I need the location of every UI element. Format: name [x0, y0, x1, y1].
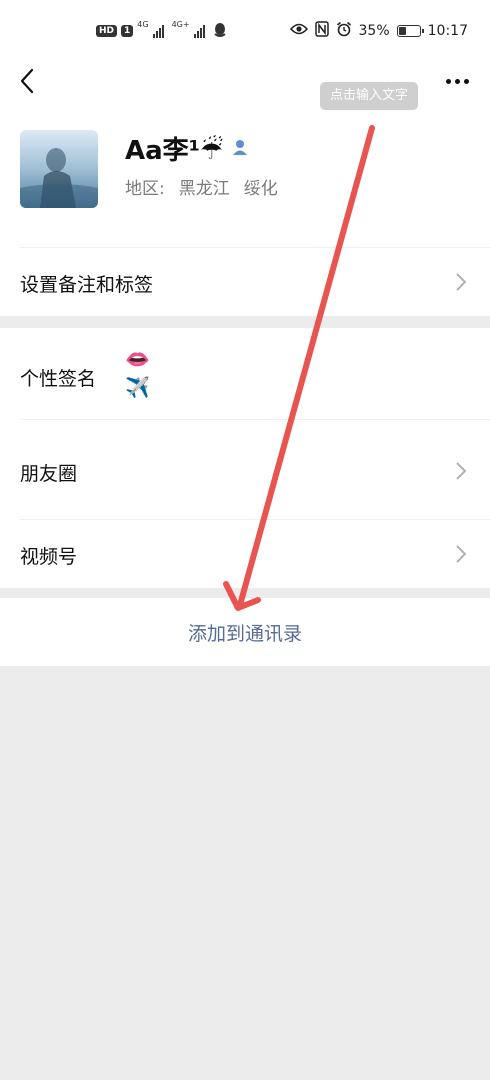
sim-badge: 1	[121, 25, 134, 37]
chevron-right-icon	[456, 545, 467, 563]
battery-icon	[396, 25, 424, 37]
moments-label: 朋友圈	[20, 463, 78, 485]
back-arrow-icon	[20, 68, 34, 94]
add-to-contacts-button[interactable]: 添加到通讯录	[0, 598, 490, 666]
more-dot-icon	[454, 78, 460, 84]
channels-row[interactable]: 视频号	[0, 520, 490, 588]
qq-icon	[213, 22, 227, 41]
battery-percent: 35%	[358, 23, 390, 39]
channels-label: 视频号	[20, 546, 78, 568]
region-label: 地区:	[125, 179, 165, 199]
signature-label: 个性签名	[20, 368, 97, 390]
signature-row: 个性签名 👄 ✈️	[0, 328, 490, 420]
chevron-right-icon	[456, 273, 467, 291]
region-province: 黑龙江	[178, 179, 230, 199]
more-dot-icon	[445, 78, 451, 84]
profile-header: 点击输入文字 Aa李¹☔ 地区: 黑龙江 绥化	[0, 62, 490, 248]
battery-level-fill	[398, 27, 407, 35]
nickname: Aa李¹☔	[125, 136, 224, 166]
eye-icon	[289, 23, 308, 39]
network-type-a: 4G	[137, 20, 149, 29]
status-right: 35% 10:17	[289, 20, 468, 42]
more-dot-icon	[463, 78, 469, 84]
more-options-button[interactable]	[442, 70, 472, 92]
chevron-right-icon	[456, 462, 467, 480]
network-type-b: 4G+	[171, 20, 190, 29]
region-info: 地区: 黑龙江 绥化	[125, 174, 278, 199]
remark-tags-row[interactable]: 设置备注和标签	[0, 248, 490, 316]
signal-icon-a	[152, 24, 164, 38]
status-left: HD 1 4G 4G+	[96, 20, 227, 42]
avatar[interactable]	[20, 130, 98, 208]
text-input-tooltip[interactable]: 点击输入文字	[320, 82, 419, 110]
moments-row[interactable]: 朋友圈	[0, 420, 490, 520]
clock-time: 10:17	[427, 23, 468, 39]
airplane-emoji: ✈️	[125, 375, 150, 399]
signal-icon-b	[193, 24, 205, 38]
back-button[interactable]	[12, 66, 42, 96]
signature-content: 👄 ✈️	[125, 348, 150, 398]
status-bar: HD 1 4G 4G+ 35% 10:17	[0, 0, 490, 62]
lips-emoji: 👄	[125, 347, 150, 371]
alarm-icon	[336, 21, 352, 41]
region-city: 绥化	[243, 179, 278, 199]
nickname-row: Aa李¹☔	[125, 130, 249, 167]
nfc-icon	[314, 21, 329, 41]
contact-person-icon	[231, 138, 249, 160]
hd-badge: HD	[96, 25, 118, 37]
remark-tags-label: 设置备注和标签	[20, 274, 154, 296]
